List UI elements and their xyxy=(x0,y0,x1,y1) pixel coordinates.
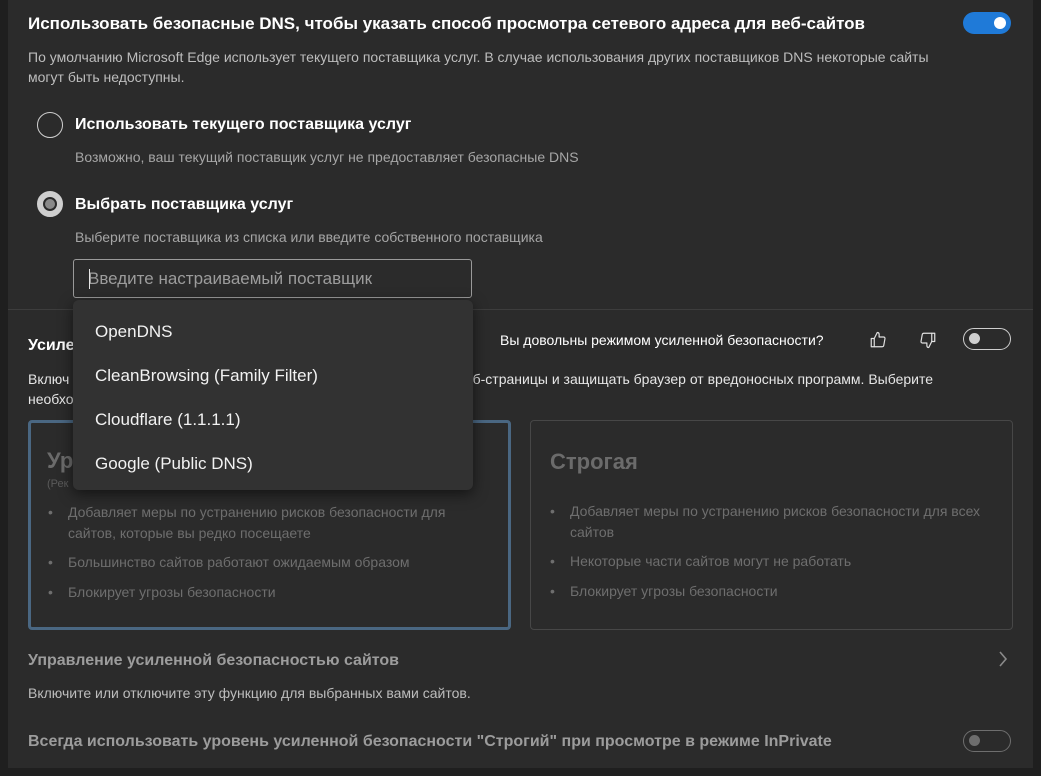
provider-option-cleanbrowsing[interactable]: CleanBrowsing (Family Filter) xyxy=(95,366,318,386)
thumbs-down-icon[interactable] xyxy=(915,327,941,353)
text-caret xyxy=(89,269,90,289)
balanced-bullet-2: Большинство сайтов работают ожидаемым об… xyxy=(48,552,488,573)
secure-dns-title: Использовать безопасные DNS, чтобы указа… xyxy=(28,14,866,33)
inprivate-strict-title: Всегда использовать уровень усиленной бе… xyxy=(28,733,832,750)
enhanced-security-title: Усиле xyxy=(28,337,75,354)
balanced-bullet-1: Добавляет меры по устранению рисков безо… xyxy=(48,502,488,544)
inprivate-strict-toggle[interactable] xyxy=(963,730,1011,752)
balanced-card-subtitle: (Рек xyxy=(47,478,69,490)
balanced-bullet-3: Блокирует угрозы безопасности xyxy=(48,582,488,603)
option-current-provider-description: Возможно, ваш текущий поставщик услуг не… xyxy=(75,149,579,165)
enhanced-description-left: Включ необхо xyxy=(28,369,74,409)
enhanced-security-toggle[interactable] xyxy=(963,328,1011,350)
provider-option-cloudflare[interactable]: Cloudflare (1.1.1.1) xyxy=(95,410,241,430)
secure-dns-description-line2: могут быть недоступны. xyxy=(28,69,185,85)
option-choose-provider-description: Выберите поставщика из списка или введит… xyxy=(75,229,543,245)
enhanced-description-left-line1: Включ xyxy=(28,371,70,387)
settings-panel: Использовать безопасные DNS, чтобы указа… xyxy=(8,0,1033,768)
strict-bullet-3: Блокирует угрозы безопасности xyxy=(550,581,990,602)
chevron-right-icon[interactable] xyxy=(996,649,1010,674)
manage-enhanced-title[interactable]: Управление усиленной безопасностью сайто… xyxy=(28,652,399,670)
strict-bullet-1: Добавляет меры по устранению рисков безо… xyxy=(550,501,990,543)
enhanced-description-right: еб-страницы и защищать браузер от вредон… xyxy=(465,371,934,387)
manage-enhanced-description: Включите или отключите эту функцию для в… xyxy=(28,685,471,701)
radio-choose-provider[interactable] xyxy=(37,191,63,217)
strict-card-title: Строгая xyxy=(550,449,638,474)
balanced-card-title: Ур xyxy=(47,448,74,473)
secure-dns-description: По умолчанию Microsoft Edge использует т… xyxy=(28,47,1018,87)
provider-dropdown: OpenDNS CleanBrowsing (Family Filter) Cl… xyxy=(73,300,473,490)
option-current-provider-title: Использовать текущего поставщика услуг xyxy=(75,116,412,133)
provider-option-google[interactable]: Google (Public DNS) xyxy=(95,454,253,474)
feedback-question: Вы довольны режимом усиленной безопаснос… xyxy=(500,332,824,348)
radio-current-provider[interactable] xyxy=(37,112,63,138)
thumbs-up-icon[interactable] xyxy=(865,327,891,353)
provider-option-opendns[interactable]: OpenDNS xyxy=(95,322,172,342)
toggle-knob xyxy=(994,17,1006,29)
custom-provider-placeholder: Введите настраиваемый поставщик xyxy=(88,269,373,288)
toggle-knob xyxy=(969,333,980,344)
radio-dot xyxy=(45,199,55,209)
secure-dns-description-line1: По умолчанию Microsoft Edge использует т… xyxy=(28,49,929,65)
option-choose-provider-title: Выбрать поставщика услуг xyxy=(75,196,294,213)
enhanced-description-left-line2: необхо xyxy=(28,391,74,407)
secure-dns-toggle[interactable] xyxy=(963,12,1011,34)
strict-card[interactable]: Строгая Добавляет меры по устранению рис… xyxy=(530,420,1013,630)
toggle-knob xyxy=(969,735,980,746)
strict-bullet-2: Некоторые части сайтов могут не работать xyxy=(550,551,990,572)
custom-provider-input[interactable]: Введите настраиваемый поставщик xyxy=(73,259,472,298)
